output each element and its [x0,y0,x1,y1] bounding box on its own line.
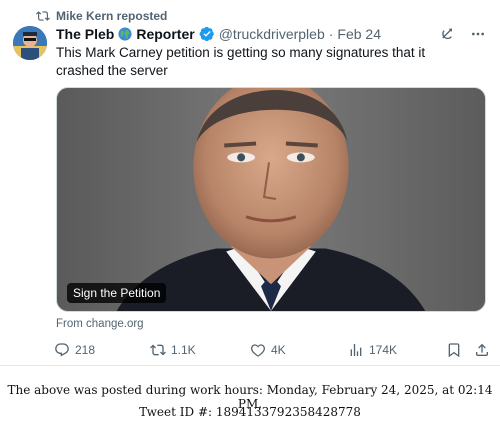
portrait-photo [57,88,485,311]
author-handle[interactable]: @truckdriverpleb [219,26,325,42]
retweet-count: 1.1K [171,343,196,357]
repost-icon [36,11,50,21]
card-label[interactable]: Sign the Petition [67,283,167,303]
retweet-icon [150,344,166,356]
author-name-part2[interactable]: Reporter [136,26,194,42]
tweet-date[interactable]: Feb 24 [337,26,381,42]
author-name-part1[interactable]: The Pleb [56,26,114,42]
bookmark-button[interactable] [446,340,467,360]
more-icon[interactable] [470,26,486,42]
avatar-image [13,26,47,60]
bookmark-icon [448,343,460,358]
views-count: 174K [369,343,398,357]
reply-count: 218 [75,343,96,357]
media-card[interactable]: Sign the Petition [56,87,486,312]
reply-icon [55,343,69,357]
verified-badge-icon [199,26,214,42]
avatar[interactable] [13,26,47,60]
tweet-actions-bar: 218 1.1K 4K 174K [54,340,492,360]
share-button[interactable] [474,340,495,360]
repost-label: Mike Kern reposted [56,9,168,23]
like-icon [251,344,265,357]
reply-button[interactable]: 218 [54,340,95,360]
retweet-button[interactable]: 1.1K [150,340,196,360]
tweet-text: This Mark Carney petition is getting so … [56,45,426,78]
like-count: 4K [271,343,286,357]
tweet-card[interactable]: Mike Kern reposted The Pleb Reporter @tr… [0,0,500,366]
tweet-top-actions [440,24,486,44]
tweet-header: The Pleb Reporter @truckdriverpleb · Feb… [56,24,381,44]
share-icon [476,343,488,356]
like-button[interactable]: 4K [250,340,286,360]
repost-indicator[interactable]: Mike Kern reposted [36,8,167,24]
card-source[interactable]: From change.org [56,318,144,330]
views-button[interactable]: 174K [348,340,397,360]
header-separator: · [328,26,334,42]
globe-icon [118,27,132,41]
grok-icon[interactable] [440,26,456,42]
caption-tweet-id: Tweet ID #: 1894133792358428778 [139,405,361,419]
views-icon [350,344,362,356]
